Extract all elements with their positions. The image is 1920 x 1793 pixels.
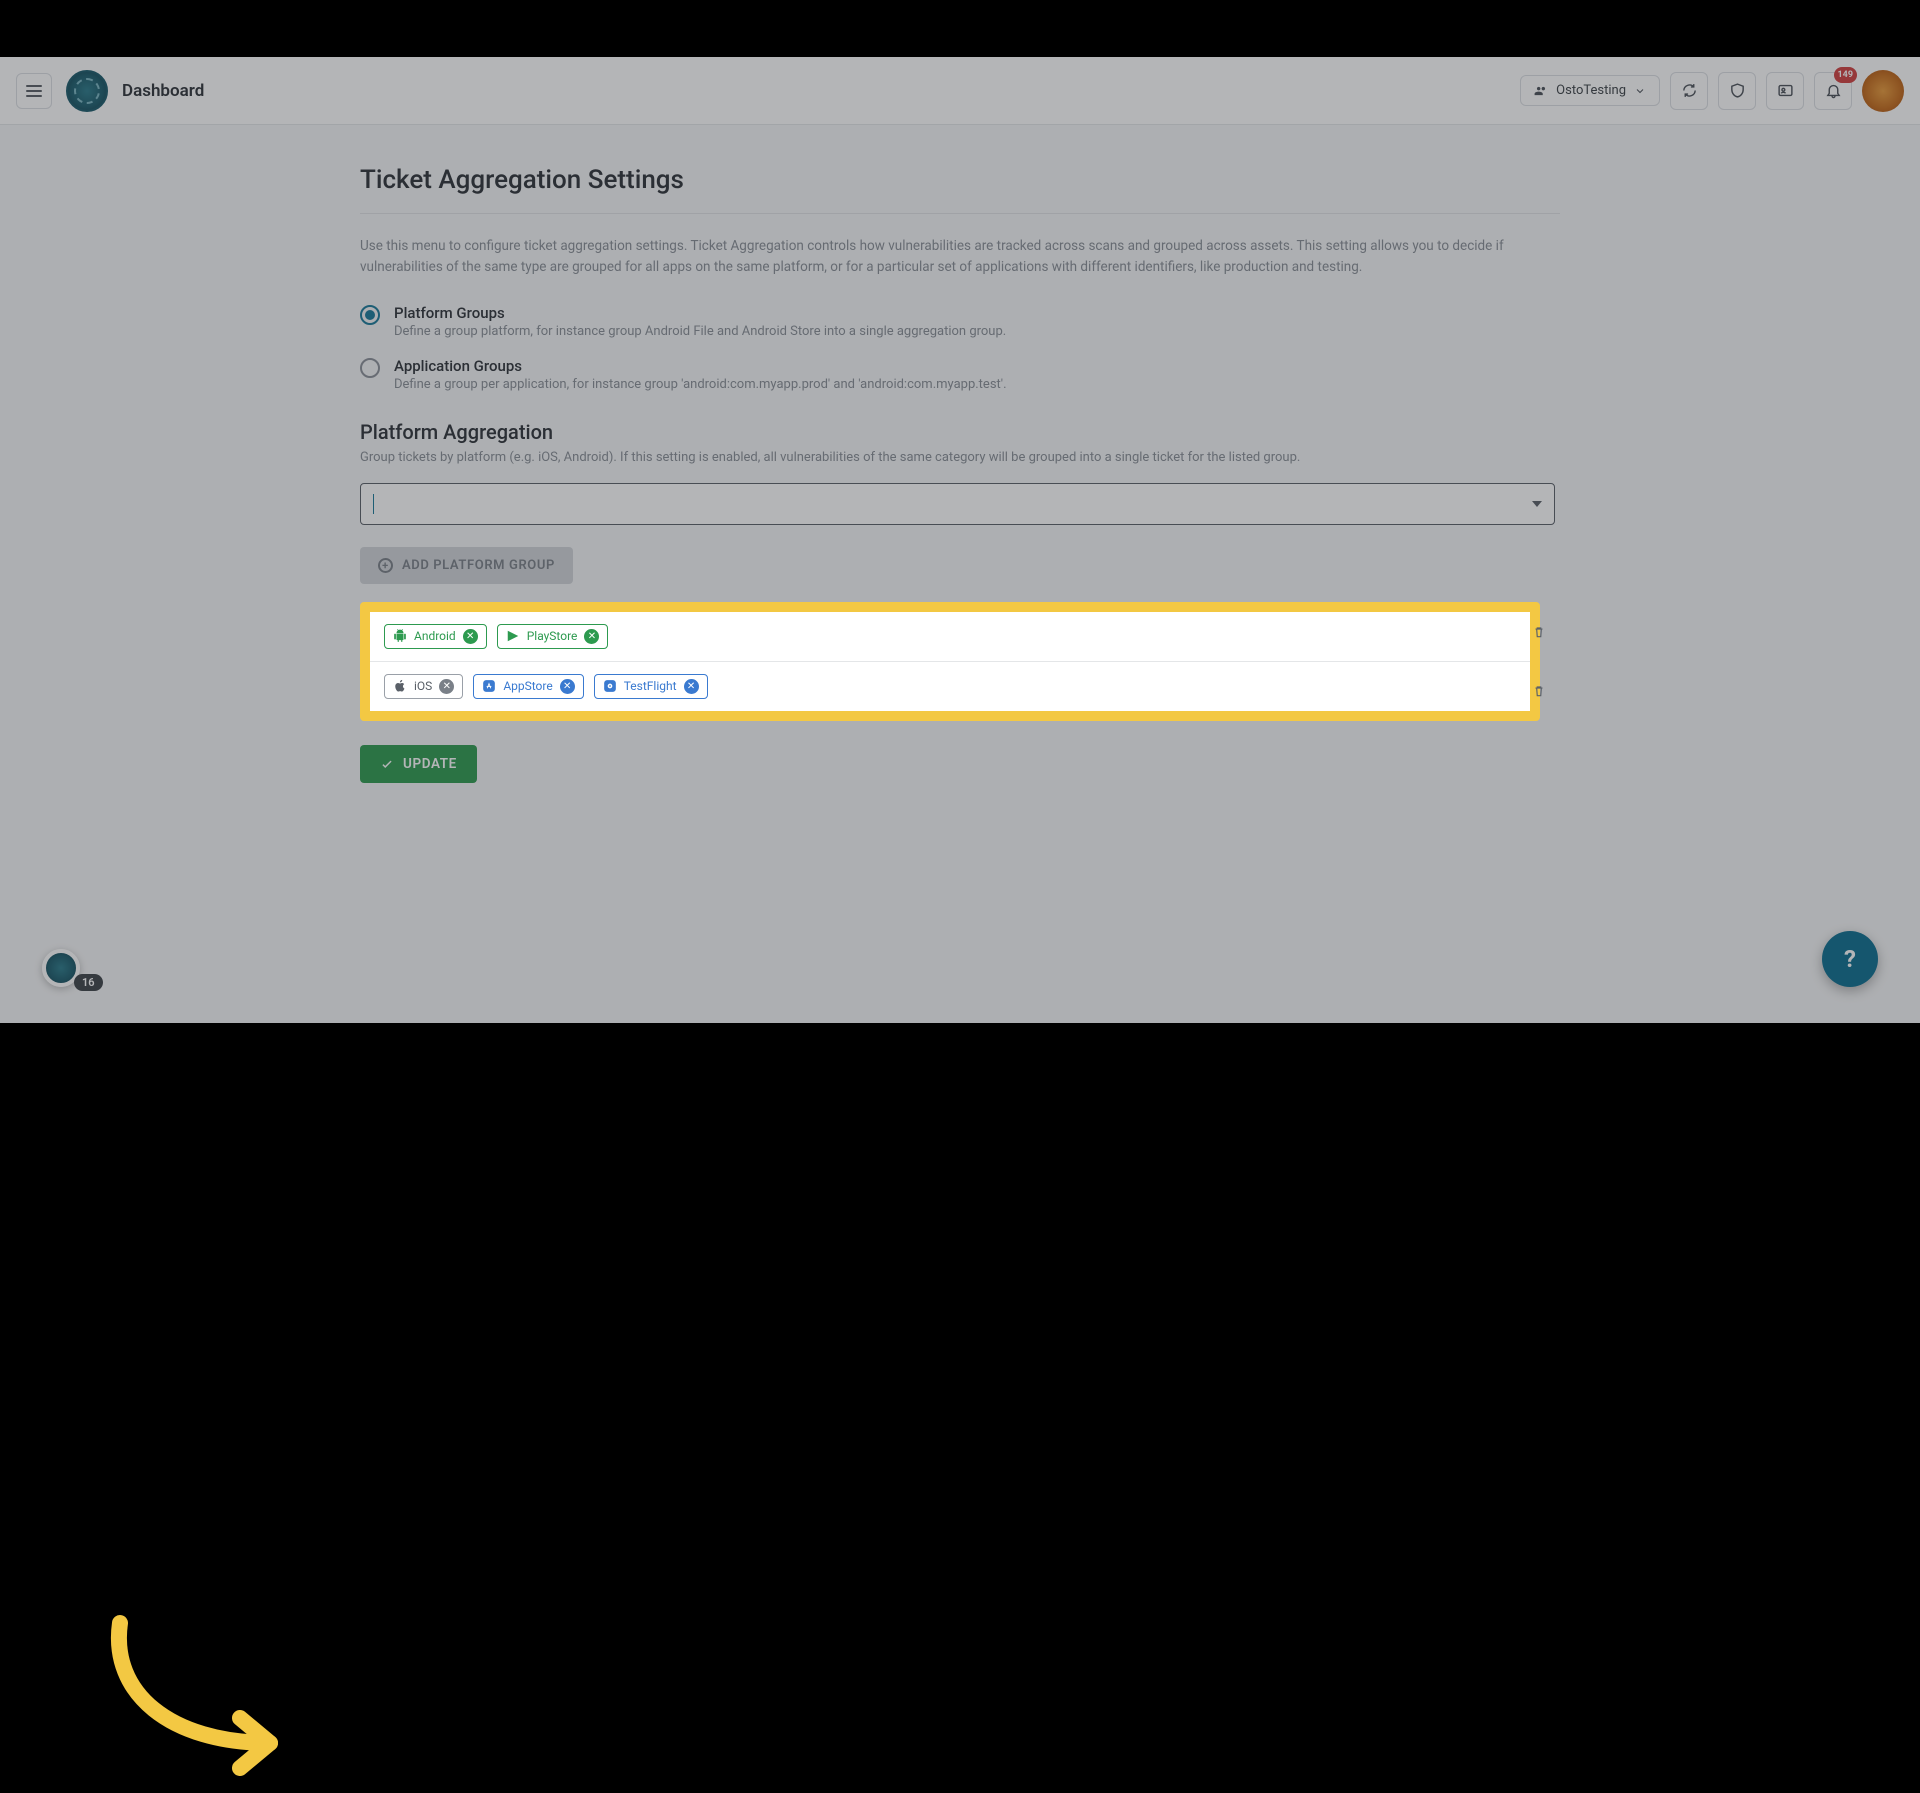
content-container: Ticket Aggregation Settings Use this men…	[360, 165, 1560, 983]
app-logo	[66, 70, 108, 112]
radio-icon-unselected	[360, 358, 380, 378]
chip-label: Android	[414, 629, 456, 643]
play-icon	[506, 629, 520, 643]
group-row: Android ✕ PlayStore ✕	[370, 612, 1530, 661]
chip-testflight[interactable]: TestFlight ✕	[594, 674, 708, 699]
app-header: Dashboard OstoTesting 149	[0, 57, 1920, 125]
testflight-icon	[603, 679, 617, 693]
shield-icon	[1729, 82, 1746, 99]
chip-label: AppStore	[503, 679, 552, 693]
chip-label: TestFlight	[624, 679, 677, 693]
chip-label: PlayStore	[527, 629, 578, 643]
chevron-down-icon	[1634, 85, 1646, 97]
radio-application-groups[interactable]: Application Groups Define a group per ap…	[360, 357, 1560, 392]
chevron-down-icon	[1532, 501, 1542, 507]
platform-combo-input[interactable]	[360, 483, 1555, 525]
page-header-title: Dashboard	[122, 81, 204, 101]
radio-platform-title: Platform Groups	[394, 304, 1006, 322]
header-right: OstoTesting 149	[1520, 70, 1904, 112]
add-platform-group-button[interactable]: + ADD PLATFORM GROUP	[360, 547, 573, 584]
title-divider	[360, 213, 1560, 214]
chip-ios[interactable]: iOS ✕	[384, 674, 463, 699]
chip-remove-icon[interactable]: ✕	[439, 679, 454, 694]
update-button[interactable]: UPDATE	[360, 745, 477, 783]
chip-android[interactable]: Android ✕	[384, 624, 487, 649]
update-label: UPDATE	[403, 756, 457, 772]
users-icon	[1534, 84, 1548, 98]
chip-remove-icon[interactable]: ✕	[684, 679, 699, 694]
radio-platform-sub: Define a group platform, for instance gr…	[394, 324, 1006, 339]
radio-application-sub: Define a group per application, for inst…	[394, 377, 1007, 392]
chip-remove-icon[interactable]: ✕	[463, 629, 478, 644]
avatar[interactable]	[1862, 70, 1904, 112]
chip-remove-icon[interactable]: ✕	[584, 629, 599, 644]
radio-application-title: Application Groups	[394, 357, 1007, 375]
delete-group-button[interactable]	[1530, 683, 1548, 699]
annotation-arrow-icon	[90, 1613, 310, 1793]
notification-count-badge: 149	[1834, 67, 1858, 83]
contact-button[interactable]	[1766, 72, 1804, 110]
letterbox-top	[0, 0, 1920, 57]
section-title: Platform Aggregation	[360, 420, 1560, 444]
add-platform-group-label: ADD PLATFORM GROUP	[402, 558, 555, 573]
section-sub: Group tickets by platform (e.g. iOS, And…	[360, 450, 1560, 465]
check-icon	[380, 757, 394, 771]
trash-icon	[1532, 624, 1546, 640]
notifications-button[interactable]: 149	[1814, 72, 1852, 110]
page-description: Use this menu to configure ticket aggreg…	[360, 236, 1545, 278]
id-card-icon	[1777, 82, 1794, 99]
page-body: Ticket Aggregation Settings Use this men…	[0, 125, 1920, 1023]
apple-icon	[393, 679, 407, 693]
appstore-icon	[482, 679, 496, 693]
radio-application-labels: Application Groups Define a group per ap…	[394, 357, 1007, 392]
chip-label: iOS	[414, 679, 432, 693]
chip-remove-icon[interactable]: ✕	[560, 679, 575, 694]
menu-toggle-button[interactable]	[16, 73, 52, 109]
page-title: Ticket Aggregation Settings	[360, 165, 1560, 195]
chip-appstore[interactable]: AppStore ✕	[473, 674, 583, 699]
android-icon	[393, 629, 407, 643]
bell-icon	[1825, 82, 1842, 99]
badge-count: 16	[74, 974, 103, 991]
header-left: Dashboard	[16, 70, 204, 112]
plus-circle-icon: +	[378, 558, 393, 573]
menu-icon	[26, 85, 42, 97]
platform-groups-table: Android ✕ PlayStore ✕	[360, 602, 1540, 721]
radio-platform-groups[interactable]: Platform Groups Define a group platform,…	[360, 304, 1560, 339]
radio-icon-selected	[360, 305, 380, 325]
trash-icon	[1532, 683, 1546, 699]
help-icon: ?	[1844, 945, 1856, 973]
refresh-button[interactable]	[1670, 72, 1708, 110]
chip-playstore[interactable]: PlayStore ✕	[497, 624, 609, 649]
floating-app-badge[interactable]: 16	[42, 949, 103, 987]
workspace-label: OstoTesting	[1556, 83, 1626, 98]
shield-button[interactable]	[1718, 72, 1756, 110]
group-row: iOS ✕ AppStore ✕ TestFligh	[370, 661, 1530, 711]
delete-group-button[interactable]	[1530, 624, 1548, 640]
radio-platform-labels: Platform Groups Define a group platform,…	[394, 304, 1006, 339]
workspace-selector[interactable]: OstoTesting	[1520, 75, 1660, 106]
app-frame: Dashboard OstoTesting 149	[0, 57, 1920, 1023]
text-cursor	[373, 494, 374, 514]
refresh-icon	[1681, 82, 1698, 99]
help-fab-button[interactable]: ?	[1822, 931, 1878, 987]
